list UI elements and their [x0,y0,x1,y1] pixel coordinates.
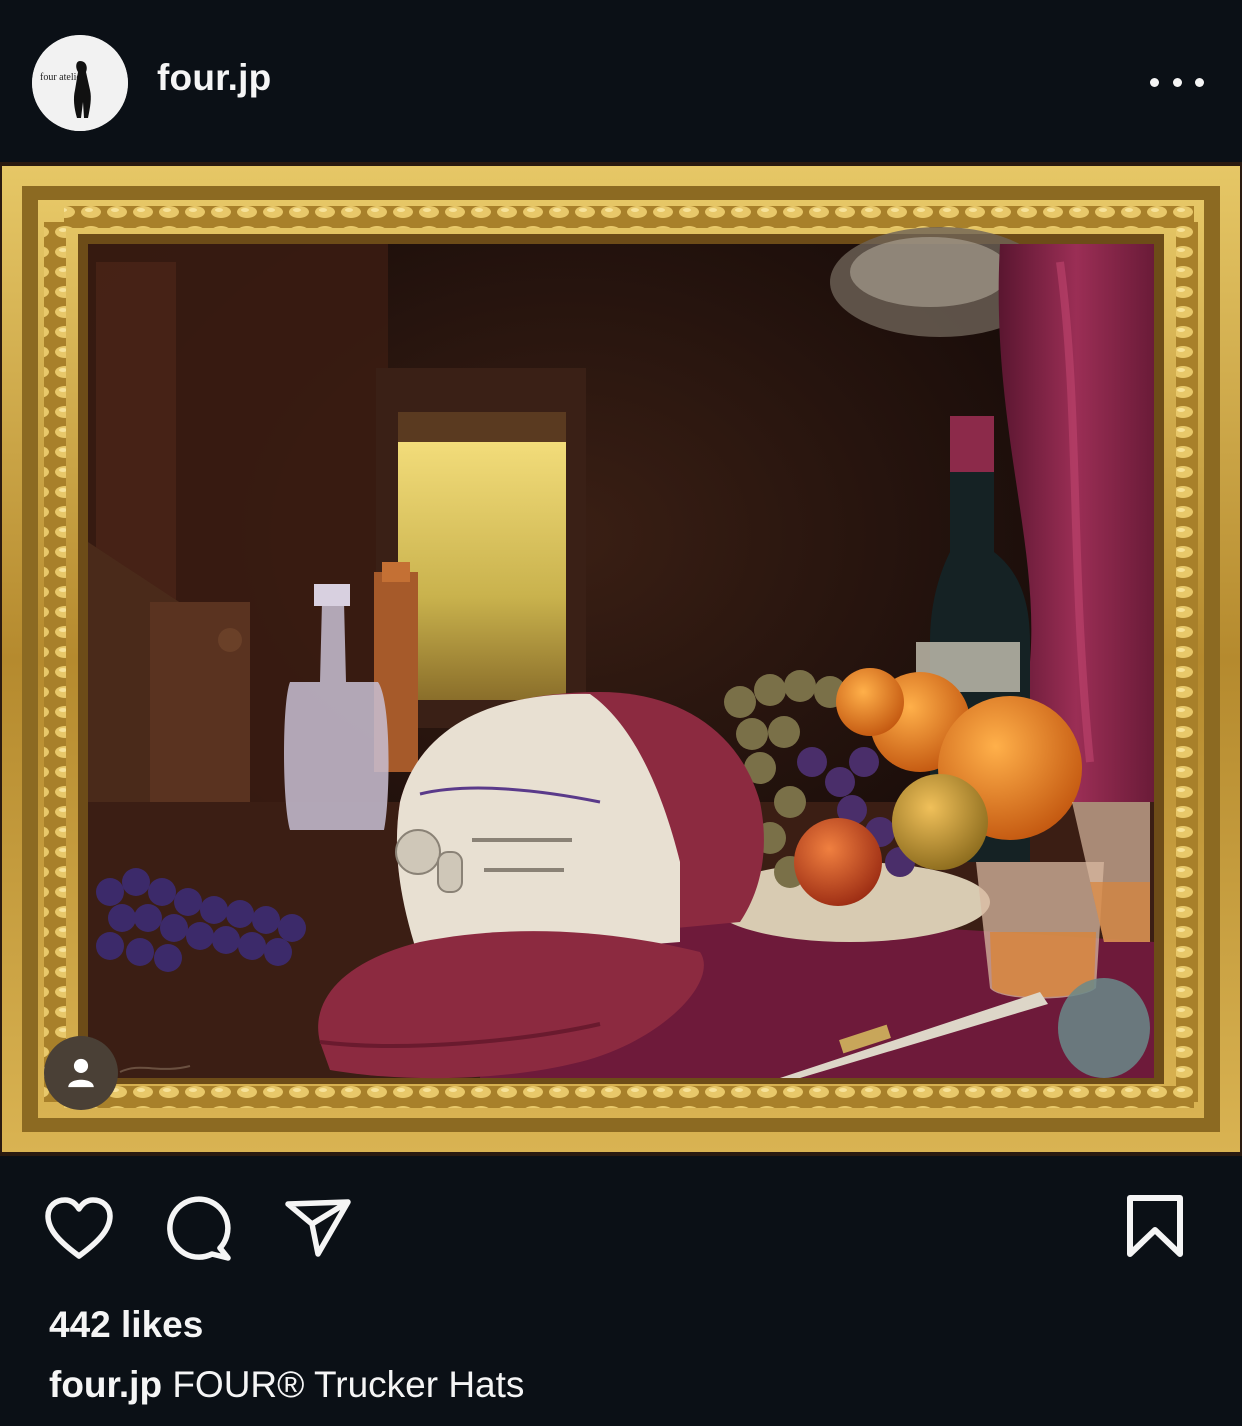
post-image[interactable] [0,162,1242,1156]
paper-plane-icon [285,1199,351,1257]
more-options-button[interactable] [1150,65,1204,99]
post-caption: four.jp FOUR® Trucker Hats [49,1364,524,1406]
action-bar [0,1156,1242,1296]
share-button[interactable] [284,1198,354,1260]
four-atelier-logo: four atelier [32,35,128,131]
caption-username[interactable]: four.jp [49,1364,162,1405]
person-icon [68,1058,94,1088]
likes-count[interactable]: 442 likes [49,1304,203,1346]
more-horizontal-icon [1150,77,1159,87]
comment-button[interactable] [164,1196,234,1262]
bookmark-icon [1127,1195,1183,1257]
caption-text: FOUR® Trucker Hats [172,1364,525,1405]
post-header: four atelier four.jp [0,0,1242,162]
heart-icon [45,1197,113,1259]
comment-icon [167,1196,231,1261]
like-button[interactable] [44,1196,114,1262]
post-username[interactable]: four.jp [157,57,271,99]
save-button[interactable] [1124,1194,1186,1260]
profile-avatar[interactable]: four atelier [32,35,128,131]
tagged-users-button[interactable] [44,1036,118,1110]
framed-painting [0,162,1242,1156]
